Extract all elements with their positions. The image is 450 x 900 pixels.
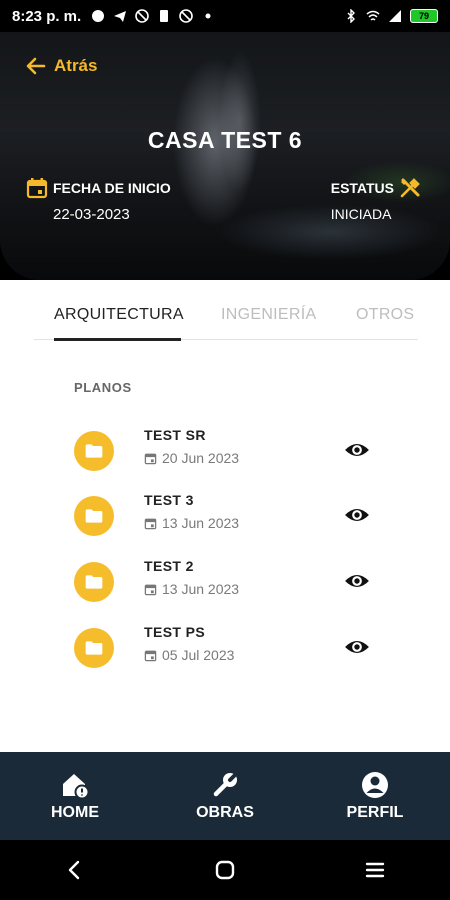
bluetooth-icon xyxy=(347,9,355,23)
folder-icon xyxy=(74,431,114,471)
battery-icon: 79 xyxy=(410,9,438,23)
back-button[interactable]: Atrás xyxy=(24,54,97,78)
app-icon-2 xyxy=(179,9,194,23)
plan-date: 13 Jun 2023 xyxy=(144,515,239,531)
home-nav-icon[interactable] xyxy=(214,859,236,881)
start-date-value: 22-03-2023 xyxy=(53,206,130,223)
telegram-icon xyxy=(114,11,127,22)
calendar-small-icon xyxy=(144,518,157,529)
nav-perfil-label: PERFIL xyxy=(346,804,404,821)
plan-name: TEST PS xyxy=(144,624,206,640)
list-item[interactable]: TEST SR 20 Jun 2023 xyxy=(74,427,384,477)
plan-date: 13 Jun 2023 xyxy=(144,581,239,597)
nav-obras-label: OBRAS xyxy=(196,804,254,821)
nav-home[interactable]: HOME xyxy=(20,770,130,822)
project-status: ESTATUS INICIADA xyxy=(331,176,422,222)
tools-icon xyxy=(400,178,420,198)
status-bar: 8:23 p. m. 79 xyxy=(0,0,450,32)
tab-bar: ARQUITECTURA INGENIERÍA OTROS xyxy=(34,302,418,341)
section-label: PLANOS xyxy=(74,380,132,395)
status-value: INICIADA xyxy=(330,206,392,222)
plan-date: 20 Jun 2023 xyxy=(144,450,239,466)
eye-icon[interactable] xyxy=(344,502,370,528)
bottom-navigation: HOME OBRAS PERFIL xyxy=(0,752,450,840)
start-date-label: FECHA DE INICIO xyxy=(53,180,171,196)
calendar-small-icon xyxy=(144,453,157,464)
recents-nav-icon[interactable] xyxy=(364,859,386,881)
calendar-small-icon xyxy=(144,584,157,595)
home-icon xyxy=(63,774,90,800)
start-date: FECHA DE INICIO 22-03-2023 xyxy=(25,176,171,223)
list-item[interactable]: TEST PS 05 Jul 2023 xyxy=(74,624,384,674)
folder-icon xyxy=(74,562,114,602)
notification-icons xyxy=(91,9,215,23)
plan-name: TEST SR xyxy=(144,427,206,443)
wrench-icon xyxy=(213,772,238,797)
app-icon xyxy=(135,9,150,23)
back-nav-icon[interactable] xyxy=(64,859,86,881)
signal-icon xyxy=(389,10,401,22)
wifi-icon xyxy=(366,10,380,21)
tab-otros[interactable]: OTROS xyxy=(356,306,414,324)
active-tab-indicator xyxy=(54,338,181,341)
eye-icon[interactable] xyxy=(344,568,370,594)
tab-ingenieria[interactable]: INGENIERÍA xyxy=(221,306,316,324)
sim-icon xyxy=(160,10,169,22)
plan-name: TEST 3 xyxy=(144,492,194,508)
status-time: 8:23 p. m. xyxy=(12,7,82,25)
folder-icon xyxy=(74,496,114,536)
calendar-small-icon xyxy=(144,650,157,661)
tab-arquitectura[interactable]: ARQUITECTURA xyxy=(54,306,184,324)
page-title: CASA TEST 6 xyxy=(147,127,303,153)
plan-date: 05 Jul 2023 xyxy=(144,647,234,663)
arrow-left-icon xyxy=(26,57,46,75)
system-navigation xyxy=(0,840,450,900)
account-icon xyxy=(362,772,388,798)
eye-icon[interactable] xyxy=(344,634,370,660)
main-content: ARQUITECTURA INGENIERÍA OTROS PLANOS TES… xyxy=(0,280,450,752)
nav-home-label: HOME xyxy=(51,804,99,821)
list-item[interactable]: TEST 2 13 Jun 2023 xyxy=(74,558,384,608)
calendar-icon xyxy=(26,178,48,199)
list-item[interactable]: TEST 3 13 Jun 2023 xyxy=(74,492,384,542)
status-label: ESTATUS xyxy=(330,180,394,196)
plan-name: TEST 2 xyxy=(144,558,194,574)
nav-obras[interactable]: OBRAS xyxy=(170,770,280,822)
chat-icon xyxy=(92,10,105,22)
back-label: Atrás xyxy=(54,56,98,75)
folder-icon xyxy=(74,628,114,668)
eye-icon[interactable] xyxy=(344,437,370,463)
dot-icon xyxy=(205,13,211,19)
nav-perfil[interactable]: PERFIL xyxy=(320,770,430,822)
project-header: Atrás CASA TEST 6 FECHA DE INICIO 22-03-… xyxy=(0,32,450,280)
